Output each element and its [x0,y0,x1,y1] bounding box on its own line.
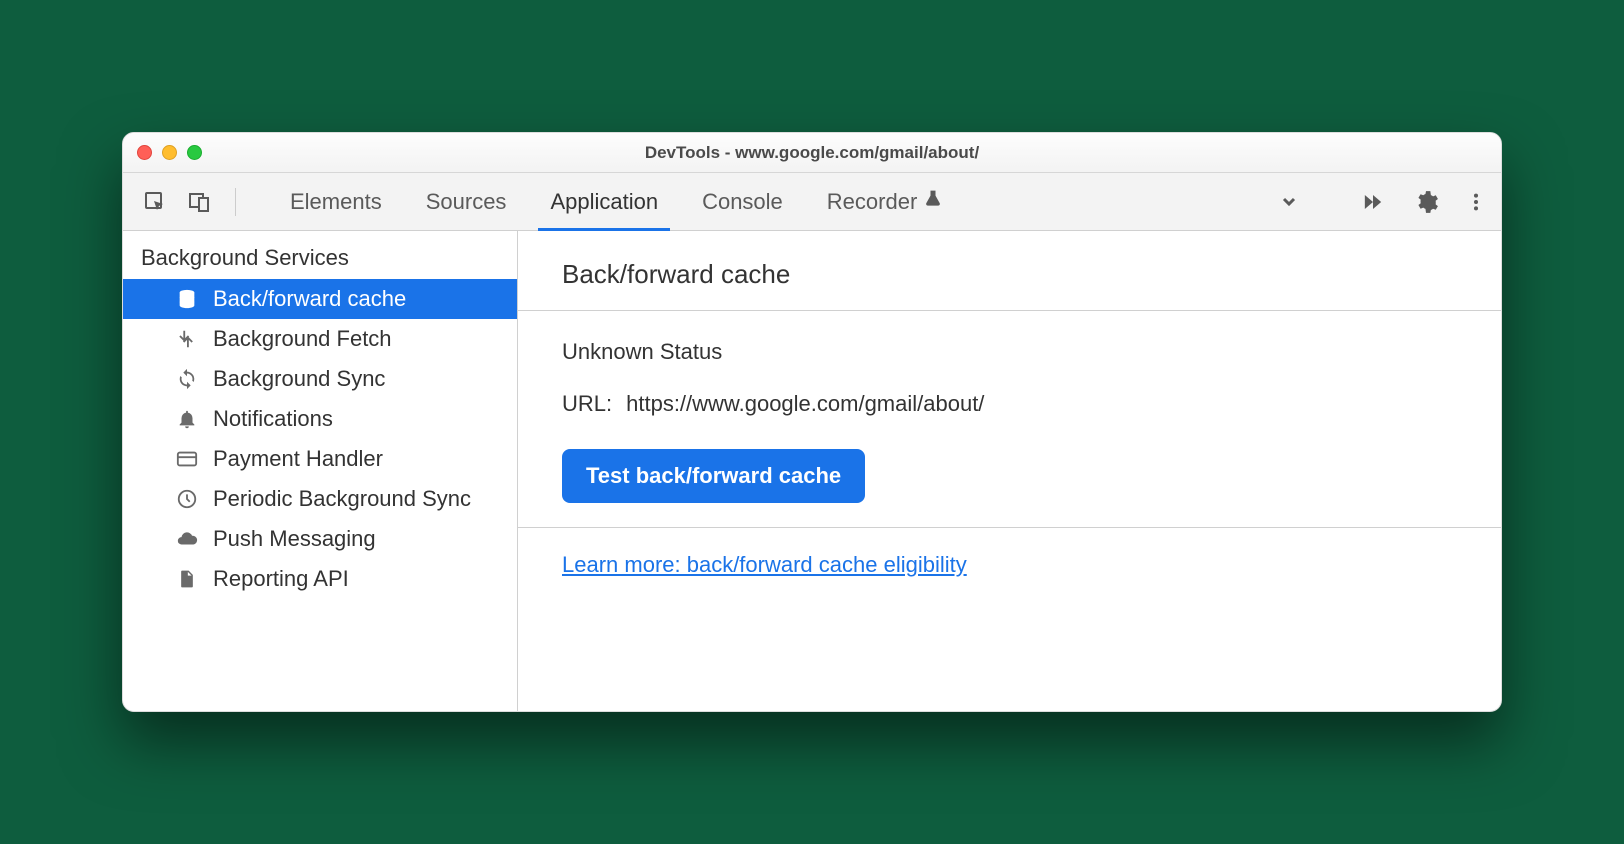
learn-more-row: Learn more: back/forward cache eligibili… [518,528,1501,602]
card-icon [175,447,199,471]
sidebar-section-title: Background Services [123,231,517,279]
device-toggle-icon[interactable] [181,184,217,220]
tab-elements[interactable]: Elements [268,173,404,230]
panel-tabs: Elements Sources Application Console Rec… [268,173,1269,230]
flask-icon [923,189,943,215]
clock-icon [175,487,199,511]
window-title: DevTools - www.google.com/gmail/about/ [123,143,1501,163]
status-text: Unknown Status [562,339,1457,365]
tab-sources[interactable]: Sources [404,173,529,230]
panel-body: Background Services Back/forward cache B… [123,231,1501,711]
settings-gear-icon[interactable] [1413,189,1439,215]
overflow-chevrons-icon[interactable] [1359,188,1387,216]
devtools-window: DevTools - www.google.com/gmail/about/ E… [122,132,1502,712]
database-icon [175,287,199,311]
sidebar-item-label: Background Sync [213,366,385,392]
sidebar-item-label: Periodic Background Sync [213,486,471,512]
tab-label: Console [702,189,783,215]
sidebar-item-label: Back/forward cache [213,286,406,312]
cloud-icon [175,527,199,551]
sidebar-item-push-messaging[interactable]: Push Messaging [123,519,517,559]
tab-label: Application [550,189,658,215]
tab-label: Elements [290,189,382,215]
tab-label: Recorder [827,189,917,215]
sidebar-item-notifications[interactable]: Notifications [123,399,517,439]
sidebar-item-background-sync[interactable]: Background Sync [123,359,517,399]
tab-console[interactable]: Console [680,173,805,230]
chevrons-icon[interactable] [1307,189,1333,215]
sidebar: Background Services Back/forward cache B… [123,231,518,711]
sidebar-item-label: Push Messaging [213,526,376,552]
sidebar-item-back-forward-cache[interactable]: Back/forward cache [123,279,517,319]
sync-icon [175,367,199,391]
minimize-window-button[interactable] [162,145,177,160]
separator [235,188,236,216]
inspect-icon[interactable] [137,184,173,220]
tab-recorder[interactable]: Recorder [805,173,965,230]
sidebar-item-background-fetch[interactable]: Background Fetch [123,319,517,359]
devtools-toolbar: Elements Sources Application Console Rec… [123,173,1501,231]
sidebar-item-periodic-sync[interactable]: Periodic Background Sync [123,479,517,519]
tab-label: Sources [426,189,507,215]
learn-more-link[interactable]: Learn more: back/forward cache eligibili… [562,552,967,577]
url-row: URL: https://www.google.com/gmail/about/ [562,391,1457,417]
tab-application[interactable]: Application [528,173,680,230]
window-controls [137,145,202,160]
sidebar-item-label: Payment Handler [213,446,383,472]
kebab-menu-icon[interactable] [1465,191,1487,213]
bell-icon [175,407,199,431]
sidebar-item-label: Reporting API [213,566,349,592]
main-content: Unknown Status URL: https://www.google.c… [518,311,1501,527]
sidebar-item-label: Notifications [213,406,333,432]
close-window-button[interactable] [137,145,152,160]
file-icon [175,567,199,591]
toolbar-right [1277,188,1487,216]
titlebar: DevTools - www.google.com/gmail/about/ [123,133,1501,173]
main-heading: Back/forward cache [518,231,1501,310]
fetch-icon [175,327,199,351]
more-tabs-icon[interactable] [1277,190,1301,214]
sidebar-item-reporting-api[interactable]: Reporting API [123,559,517,599]
url-label: URL: [562,391,612,417]
sidebar-item-label: Background Fetch [213,326,392,352]
url-value: https://www.google.com/gmail/about/ [626,391,984,417]
main-panel: Back/forward cache Unknown Status URL: h… [518,231,1501,711]
test-bfcache-button[interactable]: Test back/forward cache [562,449,865,503]
zoom-window-button[interactable] [187,145,202,160]
sidebar-item-payment-handler[interactable]: Payment Handler [123,439,517,479]
